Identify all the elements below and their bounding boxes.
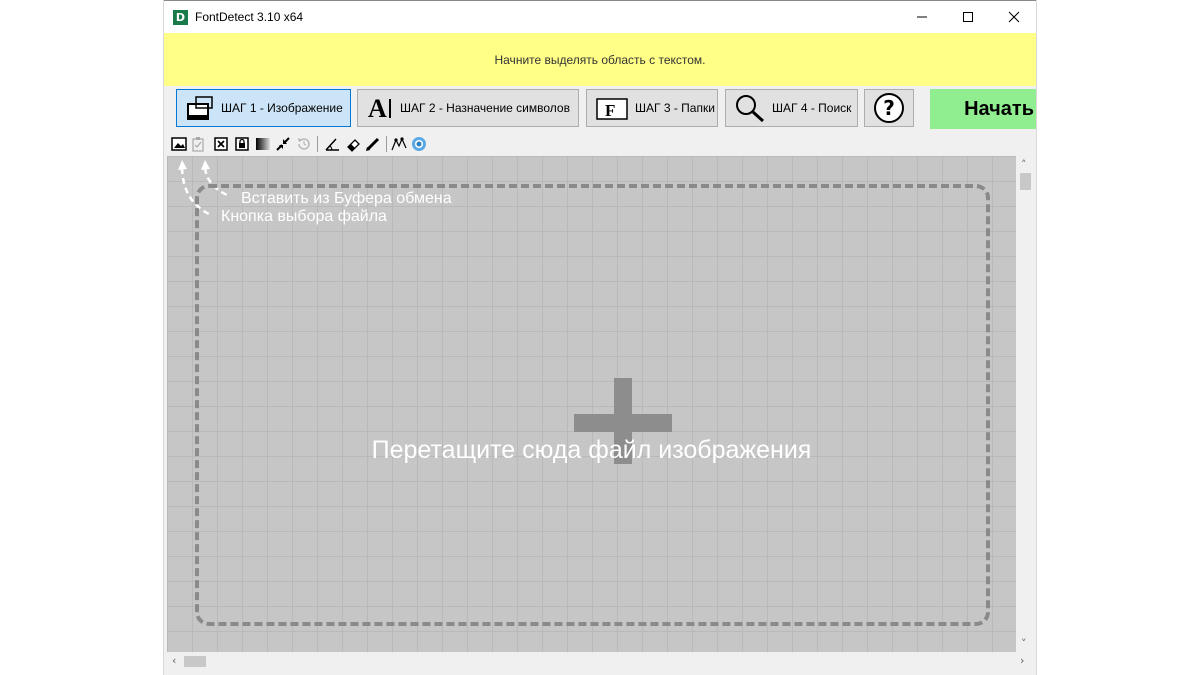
maximize-button[interactable] [945, 1, 991, 33]
svg-text:A: A [368, 95, 387, 121]
close-window-icon [1008, 11, 1020, 23]
step4-label: ШАГ 4 - Поиск [772, 101, 852, 115]
lock-icon[interactable] [233, 135, 251, 153]
svg-text:?: ? [883, 96, 895, 120]
plus-icon-horizontal [574, 414, 672, 432]
scroll-up-icon[interactable]: ˄ [1021, 159, 1027, 171]
title-bar: D FontDetect 3.10 x64 [164, 0, 1036, 34]
step1-label: ШАГ 1 - Изображение [221, 101, 343, 115]
start-button-label: Начать [964, 97, 1034, 120]
gradient-icon[interactable] [254, 135, 272, 153]
monitor-image-icon [185, 95, 215, 121]
scroll-down-icon[interactable]: ˅ [1021, 638, 1027, 650]
open-image-icon[interactable] [170, 135, 188, 153]
toolbar-separator [317, 136, 318, 152]
magnifier-icon [734, 93, 766, 123]
path-icon[interactable] [390, 135, 408, 153]
status-banner-text: Начните выделять область с текстом. [494, 52, 706, 67]
pencil-icon[interactable] [364, 135, 382, 153]
eraser-icon[interactable] [344, 135, 362, 153]
status-banner: Начните выделять область с текстом. [164, 33, 1036, 86]
image-drop-canvas[interactable]: Вставить из Буфера обмена Кнопка выбора … [167, 156, 1016, 652]
horizontal-scrollbar[interactable]: ‹ › [167, 653, 1034, 670]
drop-text: Перетащите сюда файл изображения [371, 436, 812, 464]
drop-zone-border [195, 184, 990, 626]
step2-symbols-button[interactable]: A ШАГ 2 - Назначение символов [357, 89, 579, 127]
rotate-icon[interactable] [295, 135, 313, 153]
help-button[interactable]: ? [864, 89, 914, 127]
font-folder-icon: F [595, 95, 629, 121]
color-wheel-icon[interactable] [410, 135, 428, 153]
toolbar-separator [386, 136, 387, 152]
vertical-scroll-thumb[interactable] [1020, 173, 1031, 190]
close-icon[interactable] [212, 135, 230, 153]
hint-clipboard: Вставить из Буфера обмена [241, 190, 452, 207]
close-window-button[interactable] [991, 1, 1037, 33]
window-title: FontDetect 3.10 x64 [195, 10, 304, 24]
scroll-left-icon[interactable]: ‹ [172, 655, 176, 667]
step3-label: ШАГ 3 - Папки [635, 101, 715, 115]
horizontal-scroll-thumb[interactable] [184, 656, 206, 667]
step-toolbar: ШАГ 1 - Изображение A ШАГ 2 - Назначение… [164, 88, 1036, 130]
angle-icon[interactable] [323, 135, 341, 153]
step2-label: ШАГ 2 - Назначение символов [400, 101, 570, 115]
app-logo-icon: D [173, 10, 188, 25]
minimize-button[interactable] [899, 1, 945, 33]
step3-folders-button[interactable]: F ШАГ 3 - Папки [586, 89, 718, 127]
hint-file-button: Кнопка выбора файла [221, 208, 387, 225]
step1-image-button[interactable]: ШАГ 1 - Изображение [176, 89, 351, 127]
scroll-right-icon[interactable]: › [1020, 655, 1024, 667]
paste-clipboard-icon[interactable] [189, 135, 207, 153]
tool-icons-bar [170, 135, 1030, 153]
app-window: D FontDetect 3.10 x64 Начните выделять о… [163, 0, 1037, 675]
vertical-scrollbar[interactable]: ˄ ˅ [1017, 156, 1034, 652]
step4-search-button[interactable]: ШАГ 4 - Поиск [725, 89, 858, 127]
maximize-icon [963, 12, 973, 22]
minimize-icon [917, 16, 927, 18]
collapse-icon[interactable] [274, 135, 292, 153]
help-icon: ? [873, 92, 905, 124]
svg-text:F: F [605, 101, 615, 120]
letter-a-icon: A [366, 95, 394, 121]
start-button[interactable]: Начать [930, 89, 1036, 129]
